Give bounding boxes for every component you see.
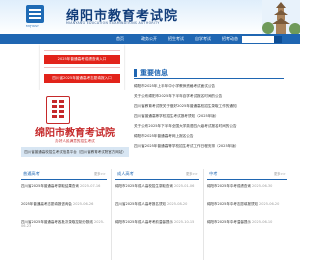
site-subtitle: MIANYANG EDUCATION EXAMINATIONS AUTHORIT… <box>66 21 160 25</box>
quick-links-popup: 2025年普通高考成绩查询入口 四川省2025年普通高考志愿填报入口 <box>40 44 124 90</box>
score-query-link[interactable]: 2025年普通高考成绩查询入口 <box>44 55 120 64</box>
news-item[interactable]: 关于公布2025年下半年全国大学英语四六级考试报名时间的公告 <box>134 124 284 129</box>
nav-item-self-study[interactable]: 自学考试 <box>195 34 211 44</box>
tab-gaokao[interactable]: 普通高考 <box>23 169 40 179</box>
nav-item-admissions[interactable]: 招生考试 <box>168 34 184 44</box>
search-icon <box>275 44 281 50</box>
tab-zhongkao[interactable]: 中考 <box>209 169 217 179</box>
list-item[interactable]: 绵阳市2025年中考成绩查询 2025-06-30 <box>207 184 287 188</box>
promo-title: 绵阳市教育考试院 <box>35 128 115 139</box>
list-item[interactable]: 四川省2025年普通高考各批次录取控制分数线 2025-06-23 <box>21 220 107 229</box>
search-input[interactable] <box>242 35 274 43</box>
list-item[interactable]: 四川省2025年成人高考报名须知 2025-08-20 <box>115 202 199 206</box>
volunteer-application-link[interactable]: 四川省2025年普通高考志愿填报入口 <box>44 74 120 83</box>
more-link[interactable]: 更多>> <box>94 169 106 179</box>
section-divider <box>203 169 204 260</box>
section-divider <box>111 169 112 260</box>
more-link[interactable]: 更多>> <box>186 169 198 179</box>
news-item[interactable]: 绵阳市2025年上半年中小学教师资格考试面试公告 <box>134 84 284 89</box>
nav-item-government[interactable]: 政务公开 <box>141 34 157 44</box>
news-item[interactable]: 关于公布绵阳市2025年下半年自学考试报名时间的公告 <box>134 94 284 99</box>
list-item[interactable]: 绵阳市2025年中考温馨提示 2025-06-10 <box>207 220 287 224</box>
nav-item-home[interactable]: 首页 <box>116 34 124 44</box>
list-item[interactable]: 绵阳市2025年中考志愿填报须知 2025-06-20 <box>207 202 287 206</box>
list-item[interactable]: 2025年普通高考志愿填报咨询会 2025-06-26 <box>21 202 107 206</box>
search-button[interactable] <box>274 35 282 50</box>
tab-adult-exam[interactable]: 成人高考 <box>117 169 134 179</box>
news-item[interactable]: 四川省2025年普通高等学校招生考试工作日程安排（2025年版） <box>134 144 284 149</box>
nav-item-news: 招考动态 <box>222 36 238 41</box>
news-item[interactable]: 四川省教育考试院关于做好2025年普通高校招生录取工作的通知 <box>134 104 284 109</box>
site-header: MYJYKSY 绵阳市教育考试院 MIANYANG EDUCATION EXAM… <box>0 0 300 34</box>
exam-authority-emblem-icon <box>46 96 70 124</box>
main-nav: 首页 政务公开 招生考试 自学考试 招考动态 <box>0 34 300 50</box>
list-item[interactable]: 四川省2025年普通高考录取结果查询 2025-07-16 <box>21 184 107 188</box>
logo-caption: MYJYKSY <box>26 24 39 28</box>
promo-slogan: 办好人民满意的招生考试 <box>55 139 95 143</box>
news-item[interactable]: 四川省普通高等学校招生考试报考须知（2025年版） <box>134 114 284 119</box>
news-item[interactable]: 绵阳市2025年普通高考网上报名公告 <box>134 134 284 139</box>
news-title: 重要信息 <box>140 69 168 77</box>
more-link[interactable]: 更多>> <box>274 169 286 179</box>
site-logo-icon[interactable] <box>26 5 44 23</box>
list-item[interactable]: 绵阳市2025年成人高校招生录取查询 2025-01-06 <box>115 184 199 188</box>
news-header-marker <box>134 69 137 77</box>
pagoda-tower-icon <box>262 0 300 34</box>
promo-caption-link[interactable]: 四川省普通高校招生考试信息平台（四川省教育考试院官方网站） <box>21 147 129 157</box>
list-item[interactable]: 绵阳市2025年成人高考考前温馨提示 2025-10-15 <box>115 220 199 224</box>
